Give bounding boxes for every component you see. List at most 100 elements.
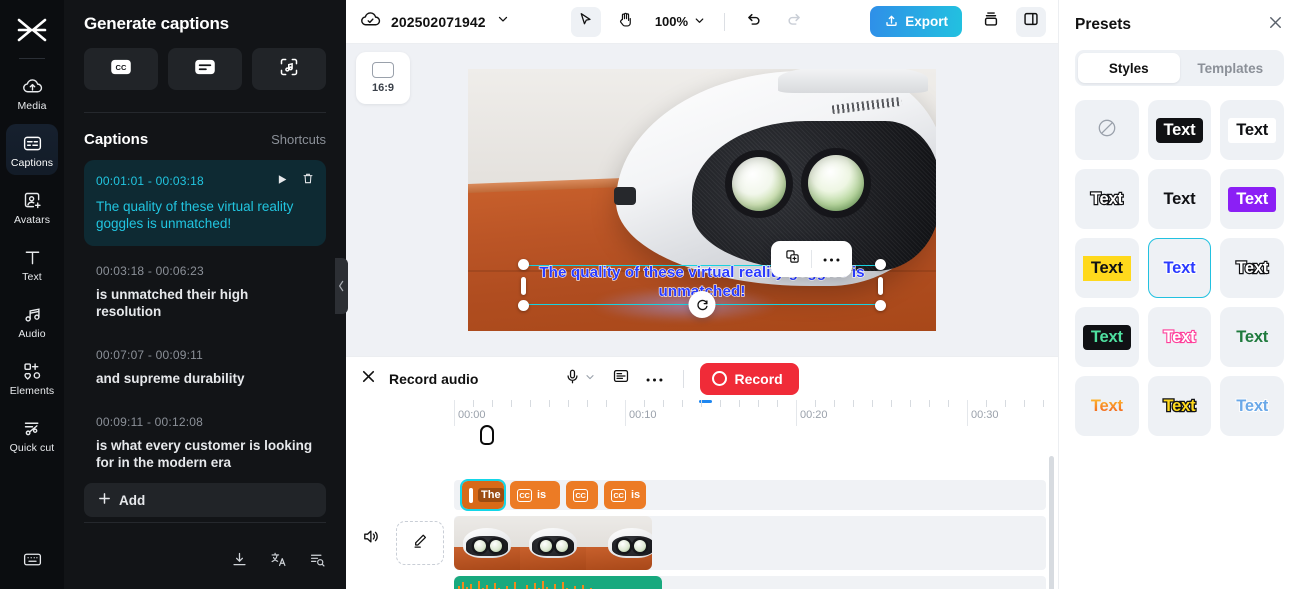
play-icon[interactable] [277,172,288,190]
cc-icon: CC [110,59,132,80]
layers-button[interactable] [976,7,1006,37]
style-preset-light-blue[interactable]: Text [1220,376,1284,436]
caption-list-item[interactable]: 00:01:01 - 00:03:18 The quality of these… [84,160,326,246]
style-preset-white-pink-outline[interactable]: Text [1147,307,1212,367]
sidebar-item-captions[interactable]: Captions [6,124,58,175]
add-caption-button[interactable]: Add [84,483,326,517]
timeline-ruler[interactable]: 00:00 00:10 00:20 00:30 [454,400,1058,426]
shortcuts-link[interactable]: Shortcuts [271,132,326,147]
record-button[interactable]: Record [700,362,799,395]
delete-icon[interactable] [302,172,314,190]
aspect-ratio-button[interactable]: 16:9 [356,52,410,104]
style-preset-none[interactable] [1075,100,1139,160]
video-clip[interactable] [454,516,652,570]
ruler-label: 00:30 [971,409,999,421]
caption-time-row: 00:03:18 - 00:06:23 [96,264,314,278]
style-swatch-label: Text [1235,396,1269,416]
edit-clip-button[interactable] [396,521,444,565]
ruler-label: 00:00 [458,409,486,421]
tab-templates[interactable]: Templates [1180,53,1282,83]
music-note-icon [22,303,43,325]
chevron-down-icon[interactable] [496,12,510,31]
style-preset-white-box[interactable]: Text [1220,100,1284,160]
caption-search-icon[interactable] [309,551,326,573]
keyboard-icon[interactable] [22,549,43,575]
audio-track-row[interactable] [454,576,1046,589]
close-icon[interactable] [1267,14,1284,36]
subtitle-style-button[interactable] [168,48,242,90]
audio-track-mute-button[interactable] [358,584,382,589]
panel-footer-actions [231,551,326,573]
style-preset-green-dark[interactable]: Text [1220,307,1284,367]
select-tool-button[interactable] [570,6,601,37]
cc-icon: CC [573,488,588,502]
caption-list-item[interactable]: 00:09:11 - 00:12:08 is what every custom… [84,405,326,481]
video-canvas[interactable]: The quality of these virtual reality gog… [468,69,936,331]
sidebar-item-text[interactable]: Text [6,238,58,289]
timeline-vertical-scrollbar[interactable] [1049,456,1054,589]
style-preset-orange-gradient[interactable]: Text [1075,376,1139,436]
undo-icon [745,10,763,33]
panel-footer-divider [84,522,326,523]
caption-time-row: 00:07:07 - 00:09:11 [96,348,314,362]
ruler-tick [891,400,892,407]
video-track-mute-button[interactable] [358,524,382,548]
hand-tool-button[interactable] [611,7,641,37]
no-style-icon [1096,117,1118,144]
cloud-saved-icon[interactable] [360,9,381,35]
style-preset-black-outline[interactable]: Text [1075,169,1139,229]
sidebar-item-label: Audio [18,328,46,340]
duplicate-button[interactable] [777,245,807,273]
caption-list-item[interactable]: 00:03:18 - 00:06:23 is unmatched their h… [84,254,326,330]
zoom-level-control[interactable]: 100% [651,14,710,30]
timeline[interactable]: 00:00 00:10 00:20 00:30 The CC is CC CC … [346,400,1058,589]
style-preset-green-black-box[interactable]: Text [1075,307,1139,367]
generate-cc-button[interactable]: CC [84,48,158,90]
download-icon[interactable] [231,551,248,573]
right-panel-toggle-button[interactable] [1016,6,1046,37]
rotate-handle-button[interactable] [688,291,716,318]
style-preset-yellow-box[interactable]: Text [1075,238,1139,298]
undo-button[interactable] [739,7,769,37]
sidebar-item-elements[interactable]: Elements [6,352,58,403]
video-track-row[interactable] [454,516,1046,570]
collapse-left-panel-handle[interactable] [335,258,348,314]
caption-track-row[interactable]: The CC is CC CC is [454,479,1046,511]
close-icon[interactable] [360,368,377,390]
sidebar-item-quick-cut[interactable]: Quick cut [6,409,58,460]
selection-handle-bottom-right[interactable] [875,300,886,311]
caption-clip-selected[interactable]: The [460,479,506,511]
style-swatch-label: Text [1162,257,1196,277]
redo-button[interactable] [779,7,809,37]
microphone-selector[interactable] [564,368,596,390]
export-button[interactable]: Export [870,6,962,37]
auto-lyrics-button[interactable] [252,48,326,90]
caption-clip[interactable]: CC is [510,481,560,509]
captions-section-header: Captions Shortcuts [84,113,326,160]
record-more-button[interactable] [646,370,663,388]
style-preset-plain-dark[interactable]: Text [1147,169,1212,229]
selection-handle-bottom-left[interactable] [518,300,529,311]
top-toolbar: 202502071942 100% Export [346,0,1058,44]
style-preset-yellow-black-outline[interactable]: Text [1147,376,1212,436]
audio-clip[interactable] [454,576,662,589]
sidebar-item-audio[interactable]: Audio [6,295,58,346]
canvas-more-button[interactable] [816,245,846,273]
project-name[interactable]: 202502071942 [391,14,486,30]
sidebar-item-media[interactable]: Media [6,67,58,118]
style-preset-white-black-outline[interactable]: Text [1220,238,1284,298]
caption-clip[interactable]: CC [566,481,598,509]
playhead-handle[interactable] [480,425,494,445]
caption-list-item[interactable]: 00:07:07 - 00:09:11 and supreme durabili… [84,338,326,397]
teleprompter-button[interactable] [612,367,630,390]
style-preset-black-box[interactable]: Text [1147,100,1212,160]
style-preset-blue-white[interactable]: Text [1147,238,1212,298]
style-preset-purple-box[interactable]: Text [1220,169,1284,229]
style-swatch-label: Text [1155,117,1204,143]
caption-clip[interactable]: CC is [604,481,646,509]
clip-handle-left[interactable] [469,487,473,503]
tab-styles[interactable]: Styles [1078,53,1180,83]
translate-icon[interactable] [270,551,287,573]
sidebar-item-avatars[interactable]: Avatars [6,181,58,232]
ruler-tick [568,400,569,407]
